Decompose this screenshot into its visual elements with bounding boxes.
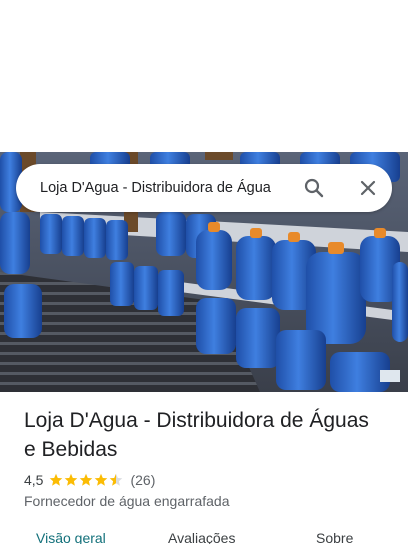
place-category: Fornecedor de água engarrafada [24, 493, 230, 509]
search-bar[interactable]: Loja D'Agua - Distribuidora de Água [16, 164, 392, 212]
rating-row[interactable]: 4,5 (26) [24, 471, 155, 489]
search-input[interactable]: Loja D'Agua - Distribuidora de Água [40, 164, 302, 212]
search-icon[interactable] [302, 176, 326, 200]
rating-stars [49, 473, 124, 487]
tab-reviews[interactable]: Avaliações [168, 530, 235, 544]
tab-overview[interactable]: Visão geral [36, 530, 106, 544]
tab-bar: Visão geral Avaliações Sobre [0, 530, 408, 544]
map-blank-area [0, 0, 408, 152]
star-icon [50, 473, 63, 486]
review-count[interactable]: (26) [130, 472, 155, 488]
star-icon [110, 473, 123, 486]
rating-value: 4,5 [24, 472, 44, 488]
close-icon[interactable] [356, 176, 380, 200]
star-icon [65, 473, 78, 486]
place-title: Loja D'Agua - Distribuidora de Águas e B… [24, 409, 369, 461]
star-icon [80, 473, 93, 486]
star-icon [95, 473, 108, 486]
tab-about[interactable]: Sobre [316, 530, 353, 544]
